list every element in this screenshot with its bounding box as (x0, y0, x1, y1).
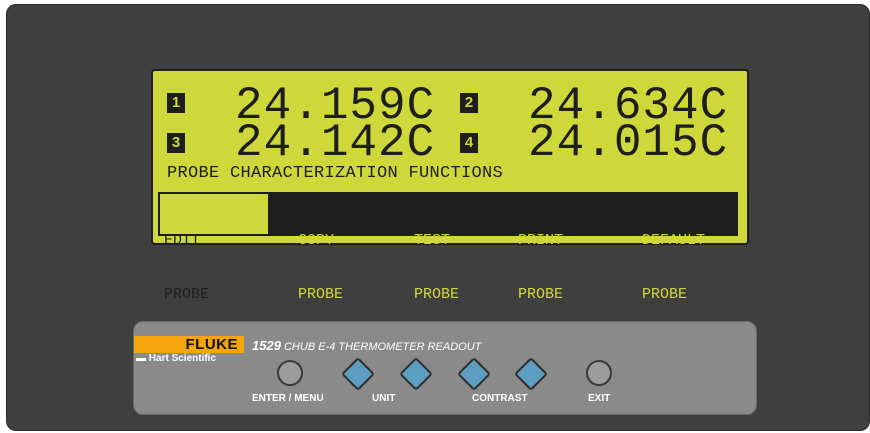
softkey-test-probe[interactable]: TEST PROBE (410, 194, 510, 303)
enter-menu-button[interactable] (277, 360, 303, 386)
unit-left-arrow-button[interactable] (341, 357, 375, 391)
channel-2-badge: 2 (460, 93, 478, 113)
softkey-bar: EDIT PROBE COPY PROBE TEST PROBE PRINT P… (158, 192, 738, 303)
hart-scientific-wordmark: ▬ Hart Scientific (136, 353, 217, 364)
channel-3-reading: 24.142C (235, 117, 436, 169)
softkey-edit-probe[interactable]: EDIT PROBE (160, 194, 268, 303)
softkey-test-line2: PROBE (414, 286, 460, 303)
softkey-default-line2: PROBE (642, 286, 688, 303)
softkey-default-probe[interactable]: DEFAULT PROBE (638, 194, 736, 303)
fluke-logo: FLUKE ▬ Hart Scientific (134, 336, 244, 366)
softkey-print-line1: PRINT (518, 232, 564, 249)
softkey-copy-probe[interactable]: COPY PROBE (294, 194, 394, 303)
model-number: 1529 (252, 338, 281, 353)
menu-title: PROBE CHARACTERIZATION FUNCTIONS (167, 164, 504, 183)
control-panel: FLUKE ▬ Hart Scientific 1529 CHUB E-4 TH… (133, 321, 757, 415)
model-label: 1529 CHUB E-4 THERMOMETER READOUT (252, 338, 481, 353)
lcd-display: 1 24.159C 2 24.634C 3 24.142C 4 24.015C … (151, 69, 749, 303)
softkey-copy-line1: COPY (298, 232, 335, 249)
unit-label: UNIT (372, 393, 396, 404)
contrast-up-arrow-button[interactable] (457, 357, 491, 391)
softkey-edit-line1: EDIT (164, 232, 201, 249)
softkey-test-line1: TEST (414, 232, 451, 249)
channel-4-badge: 4 (460, 133, 478, 153)
exit-label: EXIT (588, 393, 611, 404)
model-name: CHUB E-4 THERMOMETER READOUT (283, 341, 482, 353)
fluke-wordmark: FLUKE (134, 336, 244, 353)
contrast-down-arrow-button[interactable] (514, 357, 548, 391)
unit-right-arrow-button[interactable] (399, 357, 433, 391)
softkey-print-line2: PROBE (518, 286, 564, 303)
exit-button[interactable] (586, 360, 612, 386)
softkey-edit-line2: PROBE (164, 286, 210, 303)
channel-1-badge: 1 (167, 93, 185, 113)
softkey-print-probe[interactable]: PRINT PROBE (514, 194, 614, 303)
channel-3-badge: 3 (167, 133, 185, 153)
softkey-default-line1: DEFAULT (642, 232, 706, 249)
contrast-label: CONTRAST (472, 393, 528, 404)
enter-menu-label: ENTER / MENU (252, 393, 324, 404)
channel-4-reading: 24.015C (528, 117, 729, 169)
thermometer-readout-device: 1 24.159C 2 24.634C 3 24.142C 4 24.015C … (6, 4, 870, 431)
softkey-copy-line2: PROBE (298, 286, 344, 303)
